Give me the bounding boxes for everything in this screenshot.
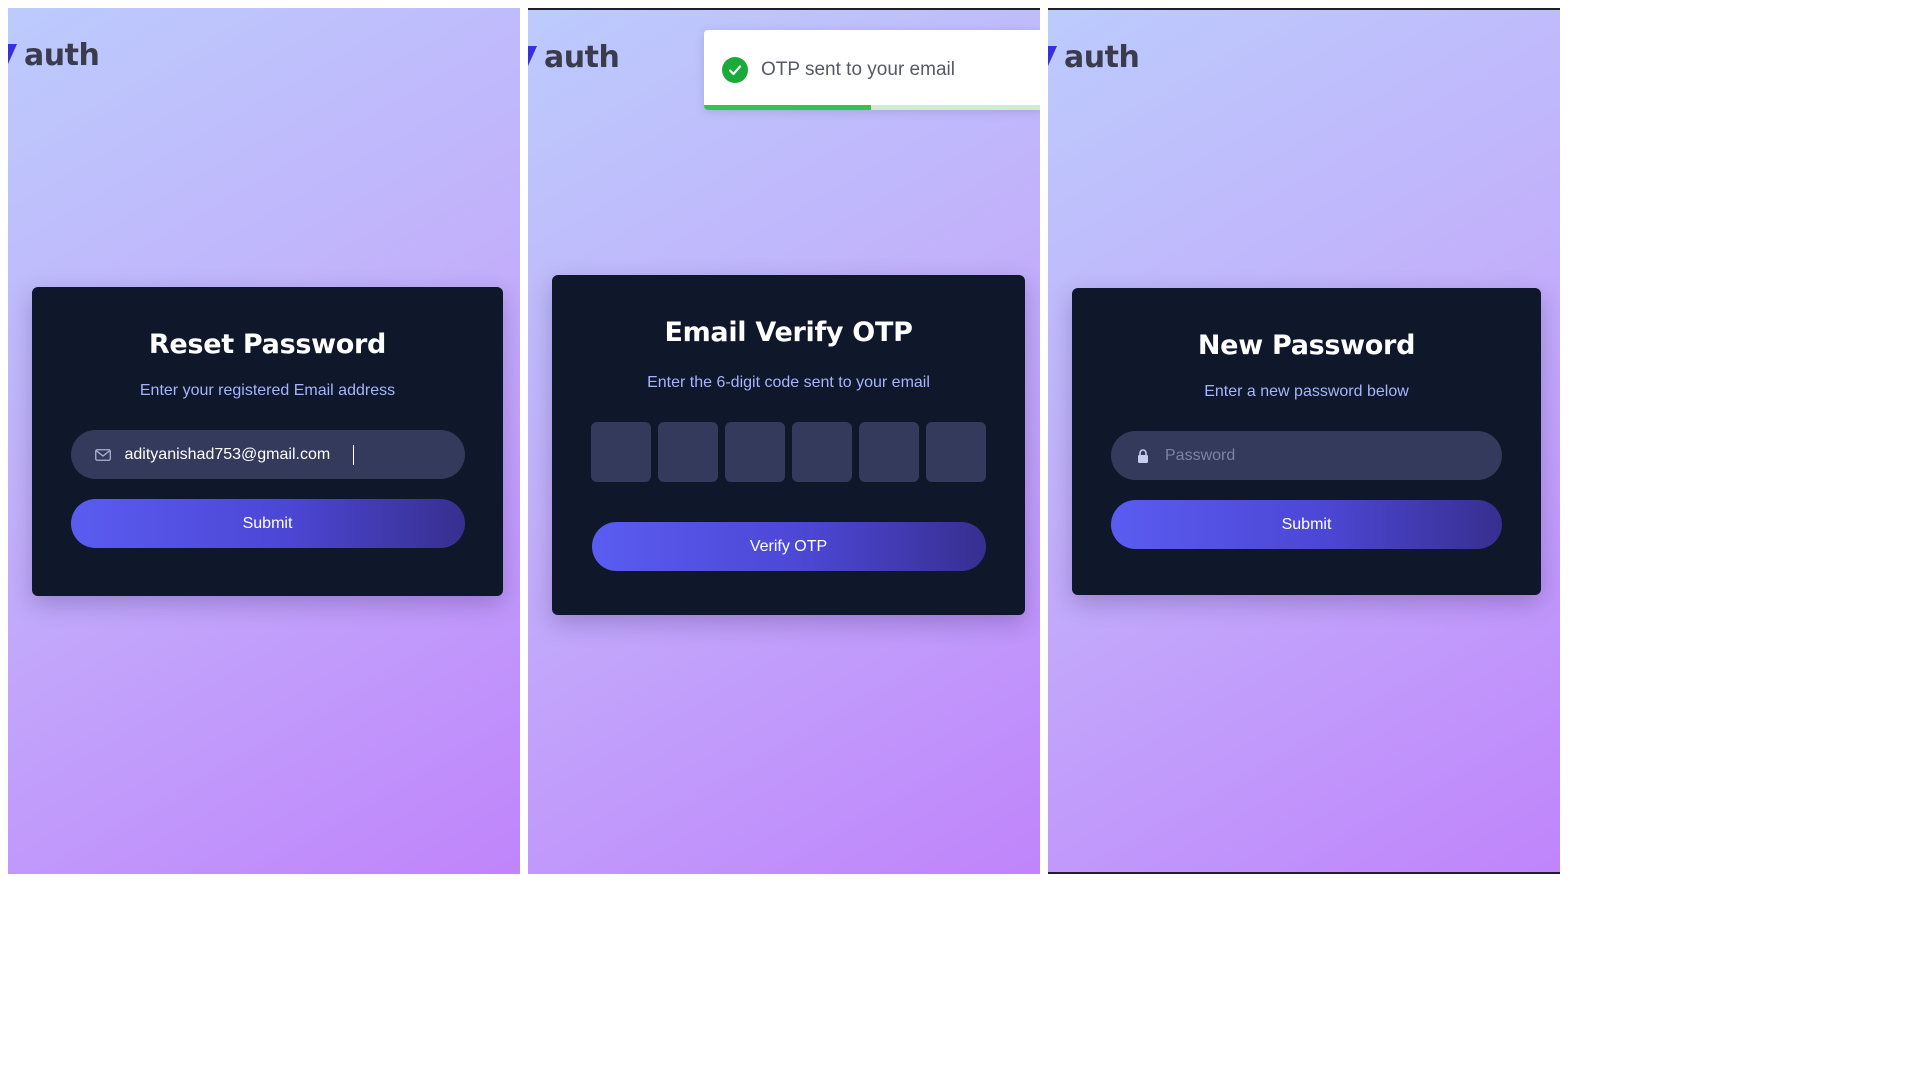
logo-text: auth <box>544 40 620 75</box>
verify-otp-screen: auth OTP sent to your email Email Verify… <box>528 8 1040 874</box>
logo-mark-icon <box>8 44 17 64</box>
verify-otp-button[interactable]: Verify OTP <box>591 522 986 571</box>
otp-digit-input[interactable] <box>725 422 785 482</box>
otp-digit-input[interactable] <box>591 422 651 482</box>
reset-password-card: Reset Password Enter your registered Ema… <box>32 287 503 596</box>
password-input[interactable] <box>1165 446 1485 465</box>
page-subtitle: Enter the 6-digit code sent to your emai… <box>647 374 930 391</box>
logo-text: auth <box>1064 40 1140 75</box>
lock-icon <box>1135 448 1151 464</box>
logo[interactable]: auth <box>528 40 620 75</box>
submit-button[interactable]: Submit <box>1111 500 1502 549</box>
logo[interactable]: auth <box>8 38 100 73</box>
submit-button[interactable]: Submit <box>70 499 465 548</box>
logo-mark-icon <box>1048 46 1057 66</box>
page-subtitle: Enter a new password below <box>1204 383 1409 400</box>
toast-message: OTP sent to your email <box>761 59 955 80</box>
page-title: New Password <box>1197 330 1416 361</box>
password-field[interactable] <box>1111 431 1502 480</box>
logo-mark-icon <box>528 46 537 66</box>
page-title: Reset Password <box>148 329 387 360</box>
email-field[interactable] <box>70 430 465 479</box>
otp-digit-input[interactable] <box>792 422 852 482</box>
otp-digit-input[interactable] <box>859 422 919 482</box>
page-title: Email Verify OTP <box>664 317 913 348</box>
check-circle-icon <box>722 57 748 83</box>
new-password-card: New Password Enter a new password below … <box>1072 288 1541 595</box>
reset-password-screen: auth Reset Password Enter your registere… <box>8 8 520 874</box>
mail-icon <box>94 447 111 463</box>
otp-input-row <box>591 422 986 482</box>
page-subtitle: Enter your registered Email address <box>139 382 396 399</box>
logo[interactable]: auth <box>1048 40 1140 75</box>
otp-digit-input[interactable] <box>926 422 986 482</box>
email-input[interactable] <box>124 445 355 464</box>
otp-digit-input[interactable] <box>658 422 718 482</box>
verify-otp-card: Email Verify OTP Enter the 6-digit code … <box>552 275 1025 615</box>
toast-progress-track <box>704 105 1040 110</box>
toast-progress-bar <box>704 105 871 110</box>
text-caret <box>352 444 354 465</box>
toast-notification[interactable]: OTP sent to your email <box>704 30 1040 110</box>
logo-text: auth <box>24 38 100 73</box>
new-password-screen: auth New Password Enter a new password b… <box>1048 8 1560 874</box>
